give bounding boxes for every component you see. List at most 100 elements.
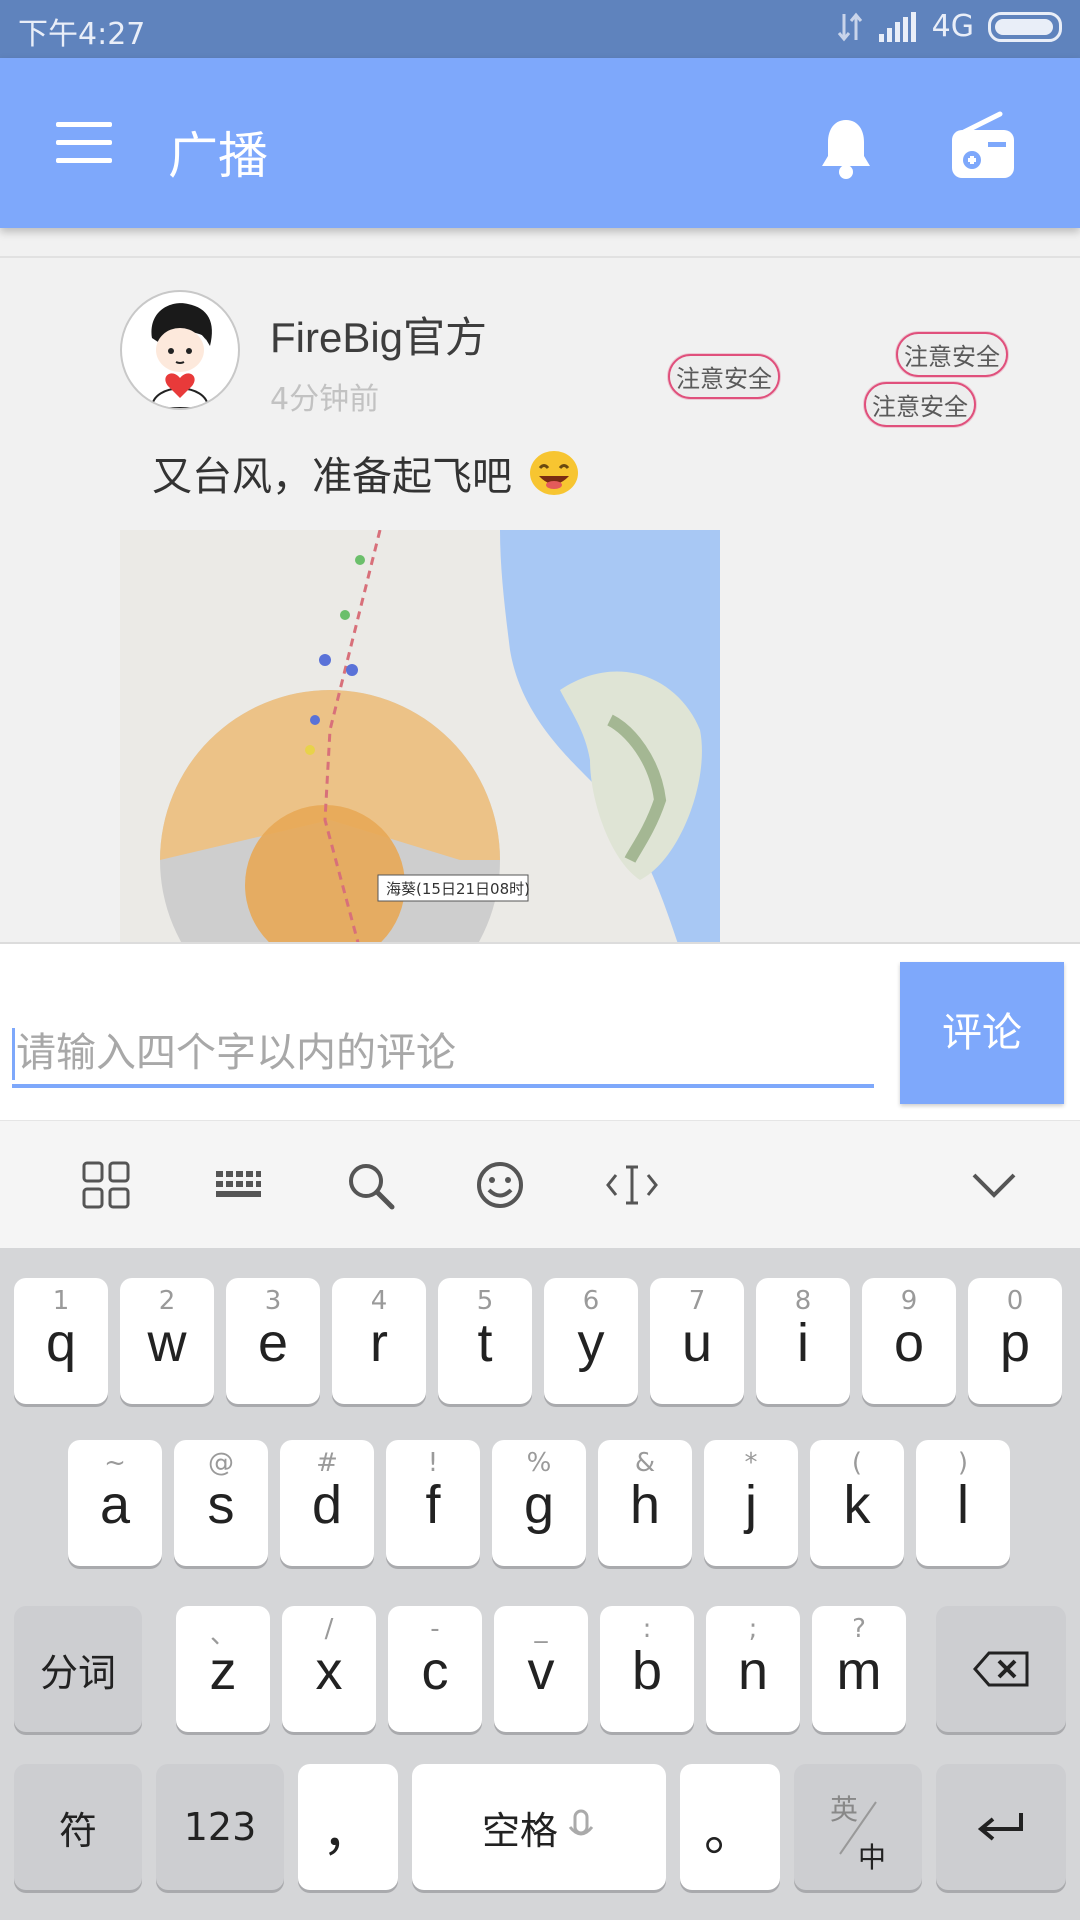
search-icon[interactable] bbox=[342, 1157, 398, 1213]
key-letter: b bbox=[631, 1641, 663, 1701]
keyboard-layout-icon[interactable] bbox=[210, 1157, 266, 1213]
language-zh-label: 中 bbox=[858, 1841, 887, 1874]
key-letter: t bbox=[477, 1313, 493, 1373]
key-letter: c bbox=[421, 1641, 449, 1701]
key-o[interactable]: 9o bbox=[862, 1278, 956, 1404]
key-letter: w bbox=[147, 1313, 187, 1373]
avatar-illustration bbox=[150, 303, 212, 408]
key-letter: x bbox=[315, 1641, 343, 1701]
key-letter: q bbox=[45, 1313, 77, 1373]
key-letter: v bbox=[527, 1641, 555, 1701]
key-f[interactable]: ! f bbox=[386, 1440, 480, 1566]
post-time: 4分钟前 bbox=[270, 382, 380, 417]
text-caret bbox=[12, 1028, 15, 1080]
numbers-key[interactable]: 123 bbox=[156, 1764, 284, 1890]
language-switch-key[interactable]: 英 中 bbox=[794, 1764, 922, 1890]
network-type: 4G bbox=[931, 9, 974, 44]
key-z[interactable]: 、 z bbox=[176, 1606, 270, 1732]
key-letter: k bbox=[843, 1475, 871, 1535]
key-letter: a bbox=[99, 1475, 131, 1535]
tag-badge: 注意安全 bbox=[864, 382, 976, 427]
backspace-key[interactable] bbox=[936, 1606, 1066, 1732]
typhoon-map-image[interactable]: 海葵(15日21日08时) bbox=[120, 530, 720, 944]
key-letter: p bbox=[999, 1313, 1031, 1373]
post-text-content: 又台风，准备起飞吧 bbox=[152, 454, 512, 500]
grinning-emoji-icon bbox=[529, 451, 578, 495]
key-g[interactable]: % g bbox=[492, 1440, 586, 1566]
key-letter: d bbox=[311, 1475, 343, 1535]
grid-apps-icon[interactable] bbox=[78, 1157, 134, 1213]
radio-icon[interactable] bbox=[950, 110, 1016, 180]
key-h[interactable]: & h bbox=[598, 1440, 692, 1566]
keyboard: 1q2w3e4r5t6y7u8i9o0p ~ a @ s # d! f% g & h * j(k) l … bbox=[0, 1248, 1080, 1920]
key-letter: h bbox=[629, 1475, 661, 1535]
key-letter: r bbox=[370, 1313, 388, 1373]
numbers-key-label: 123 bbox=[183, 1805, 257, 1849]
map-label: 海葵(15日21日08时) bbox=[386, 880, 530, 898]
chevron-down-icon[interactable] bbox=[966, 1157, 1022, 1213]
cursor-move-icon[interactable] bbox=[604, 1157, 660, 1213]
key-j[interactable]: * j bbox=[704, 1440, 798, 1566]
app-bar: 广播 bbox=[0, 58, 1080, 228]
key-letter: j bbox=[745, 1475, 757, 1535]
emoji-icon[interactable] bbox=[472, 1157, 528, 1213]
tag-badge: 注意安全 bbox=[668, 354, 780, 399]
period-key[interactable]: 。 bbox=[680, 1764, 780, 1890]
key-letter: s bbox=[207, 1475, 235, 1535]
keyboard-toolbar bbox=[0, 1120, 1080, 1249]
segment-key-label: 分词 bbox=[39, 1650, 116, 1695]
microphone-icon bbox=[568, 1809, 594, 1836]
key-n[interactable]: ; n bbox=[706, 1606, 800, 1732]
key-c[interactable]: -c bbox=[388, 1606, 482, 1732]
backspace-icon bbox=[936, 1606, 1066, 1732]
key-letter: n bbox=[737, 1641, 769, 1701]
symbols-key-label: 符 bbox=[58, 1808, 97, 1853]
data-transfer-icon bbox=[837, 12, 862, 41]
key-letter: g bbox=[523, 1475, 555, 1535]
comma-key-label: ， bbox=[321, 1802, 374, 1863]
comma-key[interactable]: ， bbox=[298, 1764, 398, 1890]
key-p[interactable]: 0p bbox=[968, 1278, 1062, 1404]
space-key[interactable]: 空格 bbox=[412, 1764, 666, 1890]
menu-icon[interactable] bbox=[56, 122, 112, 164]
segment-key[interactable]: 分词 bbox=[14, 1606, 142, 1732]
key-letter: y bbox=[577, 1313, 605, 1373]
key-u[interactable]: 7u bbox=[650, 1278, 744, 1404]
key-d[interactable]: # d bbox=[280, 1440, 374, 1566]
key-letter: e bbox=[257, 1313, 289, 1373]
author-name[interactable]: FireBig官方 bbox=[270, 304, 487, 365]
page-title: 广播 bbox=[168, 127, 268, 185]
key-x[interactable]: / x bbox=[282, 1606, 376, 1732]
key-q[interactable]: 1q bbox=[14, 1278, 108, 1404]
key-b[interactable]: :b bbox=[600, 1606, 694, 1732]
key-v[interactable]: _ v bbox=[494, 1606, 588, 1732]
key-y[interactable]: 6y bbox=[544, 1278, 638, 1404]
key-l[interactable]: ) l bbox=[916, 1440, 1010, 1566]
key-s[interactable]: @ s bbox=[174, 1440, 268, 1566]
post-card: FireBig官方 4分钟前 注意安全 注意安全 注意安全 又台风，准备起飞吧 bbox=[0, 256, 1080, 944]
key-e[interactable]: 3e bbox=[226, 1278, 320, 1404]
key-letter: l bbox=[957, 1475, 969, 1535]
status-icons: 4G bbox=[836, 9, 1062, 44]
key-letter: o bbox=[893, 1313, 925, 1373]
comment-submit-button[interactable]: 评论 bbox=[900, 962, 1064, 1104]
key-letter: i bbox=[797, 1313, 809, 1373]
key-k[interactable]: (k bbox=[810, 1440, 904, 1566]
key-t[interactable]: 5t bbox=[438, 1278, 532, 1404]
enter-key[interactable] bbox=[936, 1764, 1066, 1890]
key-w[interactable]: 2w bbox=[120, 1278, 214, 1404]
battery-icon bbox=[988, 11, 1062, 42]
space-key-content: 空格 bbox=[412, 1764, 666, 1890]
post-text: 又台风，准备起飞吧 bbox=[152, 444, 579, 502]
key-r[interactable]: 4r bbox=[332, 1278, 426, 1404]
key-m[interactable]: ? m bbox=[812, 1606, 906, 1732]
comment-input[interactable]: 请输入四个字以内的评论 bbox=[12, 1022, 874, 1088]
enter-icon bbox=[936, 1764, 1066, 1890]
key-a[interactable]: ~ a bbox=[68, 1440, 162, 1566]
bell-icon[interactable] bbox=[818, 116, 874, 180]
status-time: 下午4:27 bbox=[18, 17, 146, 52]
signal-icon bbox=[878, 11, 916, 42]
avatar[interactable] bbox=[120, 290, 240, 410]
key-i[interactable]: 8i bbox=[756, 1278, 850, 1404]
symbols-key[interactable]: 符 bbox=[14, 1764, 142, 1890]
